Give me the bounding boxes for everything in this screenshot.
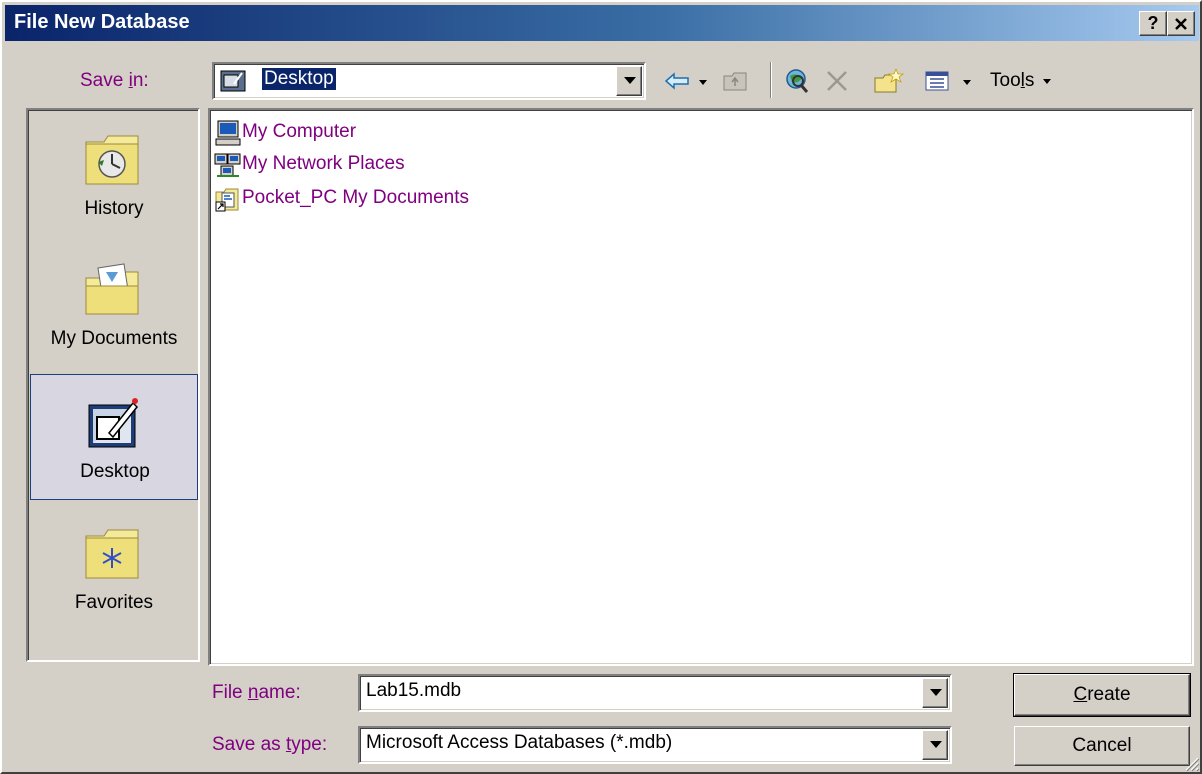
save-as-type-value: Microsoft Access Databases (*.mdb) — [366, 732, 673, 753]
new-folder-icon[interactable] — [872, 66, 906, 96]
place-history-label: History — [84, 198, 144, 219]
dialog-title: File New Database — [14, 11, 190, 33]
place-desktop[interactable]: Desktop — [30, 374, 198, 500]
save-in-dropdown-button[interactable] — [616, 66, 642, 96]
network-places-icon — [214, 153, 241, 177]
save-as-type-dropdown-button[interactable] — [922, 730, 948, 760]
place-favorites[interactable]: Favorites — [30, 506, 198, 632]
place-my-documents[interactable]: My Documents — [30, 242, 198, 368]
close-button[interactable] — [1167, 11, 1195, 36]
save-as-type-label: Save as type: — [212, 734, 328, 755]
size-grip-icon[interactable] — [1182, 754, 1200, 772]
views-dropdown-icon[interactable] — [960, 66, 974, 96]
desktop-icon — [88, 398, 139, 448]
back-dropdown-icon[interactable] — [696, 66, 710, 96]
file-new-database-dialog: File New Database ? Save in: Desktop Too… — [0, 0, 1202, 774]
desktop-small-icon — [220, 70, 246, 92]
file-name-my-network-places: My Network Places — [242, 153, 405, 174]
title-bar[interactable]: File New Database ? — [5, 5, 1199, 41]
file-name-dropdown-button[interactable] — [922, 678, 948, 708]
views-icon[interactable] — [922, 66, 952, 96]
create-button[interactable]: Create — [1013, 673, 1191, 717]
delete-icon[interactable] — [822, 66, 852, 96]
cancel-button[interactable]: Cancel — [1014, 726, 1190, 766]
file-name-pocket-pc-my-documents: Pocket_PC My Documents — [242, 187, 470, 208]
save-in-value: Desktop — [261, 67, 337, 91]
places-bar: History My Documents Desktop Favorites — [26, 108, 200, 662]
save-in-combo[interactable]: Desktop — [212, 62, 646, 100]
history-folder-icon — [85, 135, 139, 185]
close-icon — [1175, 18, 1187, 30]
place-desktop-label: Desktop — [80, 461, 150, 482]
my-documents-folder-icon — [85, 263, 139, 315]
tools-menu[interactable]: Tools — [990, 70, 1054, 92]
search-web-icon[interactable] — [782, 66, 814, 96]
file-name-label: File name: — [212, 682, 301, 703]
favorites-folder-icon — [85, 529, 139, 579]
file-name-my-computer: My Computer — [242, 121, 357, 142]
save-in-label: Save in: — [80, 70, 149, 91]
place-history[interactable]: History — [30, 112, 198, 238]
file-name-input[interactable]: Lab15.mdb — [358, 674, 952, 712]
back-icon[interactable] — [662, 66, 692, 96]
save-as-type-select[interactable]: Microsoft Access Databases (*.mdb) — [358, 726, 952, 764]
place-my-documents-label: My Documents — [50, 328, 178, 349]
my-computer-icon — [215, 120, 241, 146]
help-button[interactable]: ? — [1139, 11, 1167, 36]
toolbar-separator — [770, 62, 772, 98]
file-name-value: Lab15.mdb — [366, 680, 462, 701]
tools-dropdown-icon — [1042, 78, 1051, 84]
pocketpc-shortcut-icon — [215, 188, 239, 212]
place-favorites-label: Favorites — [74, 592, 154, 613]
up-folder-icon[interactable] — [720, 66, 752, 96]
file-list[interactable]: My Computer My Network Places Pocket_PC … — [208, 108, 1194, 666]
